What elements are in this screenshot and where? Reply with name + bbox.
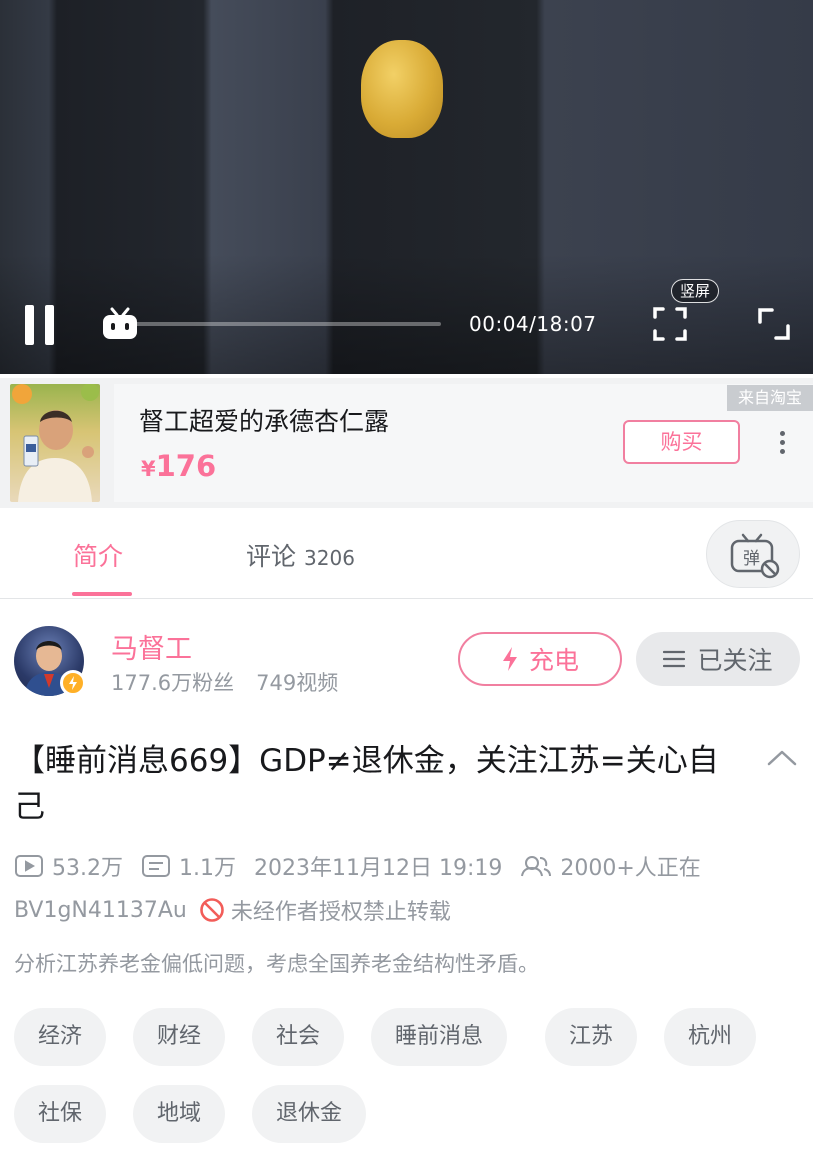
tag-item[interactable]: 杭州 bbox=[664, 1008, 757, 1066]
price-value: 176 bbox=[155, 449, 217, 483]
uploader-stats: 177.6万粉丝 749视频 bbox=[111, 667, 338, 697]
playback-time: 00:04/18:07 bbox=[469, 312, 597, 336]
ad-title[interactable]: 督工超爱的承德杏仁露 bbox=[139, 402, 389, 438]
danmaku-toggle-button[interactable]: 弹 bbox=[706, 520, 800, 588]
tab-comments-count: 3206 bbox=[304, 546, 355, 570]
video-id-row: BV1gN41137Au 未经作者授权禁止转载 bbox=[14, 894, 451, 926]
tag-item[interactable]: 江苏 bbox=[545, 1008, 638, 1066]
verified-badge-icon bbox=[60, 670, 86, 696]
copyright-notice: 未经作者授权禁止转载 bbox=[199, 894, 451, 926]
danmaku-count-icon bbox=[142, 855, 170, 877]
video-title: 【睡前消息669】GDP≠退休金，关注江苏=关心自己 bbox=[14, 743, 719, 825]
danmaku-count: 1.1万 bbox=[141, 850, 236, 882]
charge-button[interactable]: 充电 bbox=[458, 632, 622, 686]
fullscreen-icon[interactable] bbox=[756, 306, 792, 342]
buy-button[interactable]: 购买 bbox=[623, 420, 740, 464]
tag-item[interactable]: 地域 bbox=[133, 1085, 226, 1143]
active-tab-indicator bbox=[72, 592, 132, 596]
videos-count: 749视频 bbox=[256, 671, 339, 695]
progress-bar[interactable] bbox=[118, 322, 441, 326]
video-meta-row: 53.2万 1.1万 2023年11月12日 19:19 2000+人正在 bbox=[14, 850, 719, 882]
tag-item[interactable]: 睡前消息 bbox=[371, 1008, 508, 1066]
video-frame-helmet bbox=[361, 40, 443, 138]
vertical-screen-icon[interactable] bbox=[652, 305, 688, 343]
charge-label: 充电 bbox=[528, 646, 579, 675]
danmaku-off-icon: 弹 bbox=[730, 533, 780, 579]
svg-text:弹: 弹 bbox=[743, 549, 760, 569]
more-options-icon[interactable] bbox=[772, 428, 792, 458]
price-symbol: ¥ bbox=[141, 457, 156, 481]
product-image[interactable] bbox=[10, 384, 100, 502]
menu-lines-icon bbox=[663, 650, 686, 668]
view-count: 53.2万 bbox=[14, 850, 123, 882]
watching-count: 2000+人正在 bbox=[520, 850, 701, 882]
lightning-icon bbox=[502, 647, 517, 671]
tag-item[interactable]: 经济 bbox=[14, 1008, 107, 1066]
uploader-name[interactable]: 马督工 bbox=[111, 627, 192, 666]
video-description: 分析江苏养老金偏低问题，考虑全国养老金结构性矛盾。 bbox=[14, 952, 539, 976]
tag-item[interactable]: 财经 bbox=[133, 1008, 226, 1066]
play-count-icon bbox=[15, 855, 43, 877]
follow-label: 已关注 bbox=[697, 646, 773, 675]
tag-item[interactable]: 社保 bbox=[14, 1085, 107, 1143]
ad-price: ¥176 bbox=[141, 449, 216, 483]
tab-comments[interactable]: 评论 3206 bbox=[246, 537, 355, 573]
people-icon bbox=[521, 856, 552, 877]
tab-comments-label: 评论 bbox=[246, 542, 297, 571]
follow-button[interactable]: 已关注 bbox=[636, 632, 800, 686]
tab-intro[interactable]: 简介 bbox=[73, 537, 123, 573]
chevron-up-icon[interactable] bbox=[766, 746, 798, 770]
publish-date: 2023年11月12日 19:19 bbox=[254, 856, 503, 881]
ad-source-tag: 来自淘宝 bbox=[727, 385, 813, 411]
progress-thumb-tv-icon[interactable] bbox=[100, 307, 140, 341]
bvid: BV1gN41137Au bbox=[14, 897, 187, 923]
tag-item[interactable]: 退休金 bbox=[252, 1085, 367, 1143]
fans-count: 177.6万粉丝 bbox=[111, 671, 235, 695]
vertical-mode-label[interactable]: 竖屏 bbox=[671, 279, 720, 303]
prohibited-icon bbox=[200, 898, 224, 922]
pause-button[interactable] bbox=[22, 305, 58, 345]
tag-item[interactable]: 社会 bbox=[252, 1008, 345, 1066]
